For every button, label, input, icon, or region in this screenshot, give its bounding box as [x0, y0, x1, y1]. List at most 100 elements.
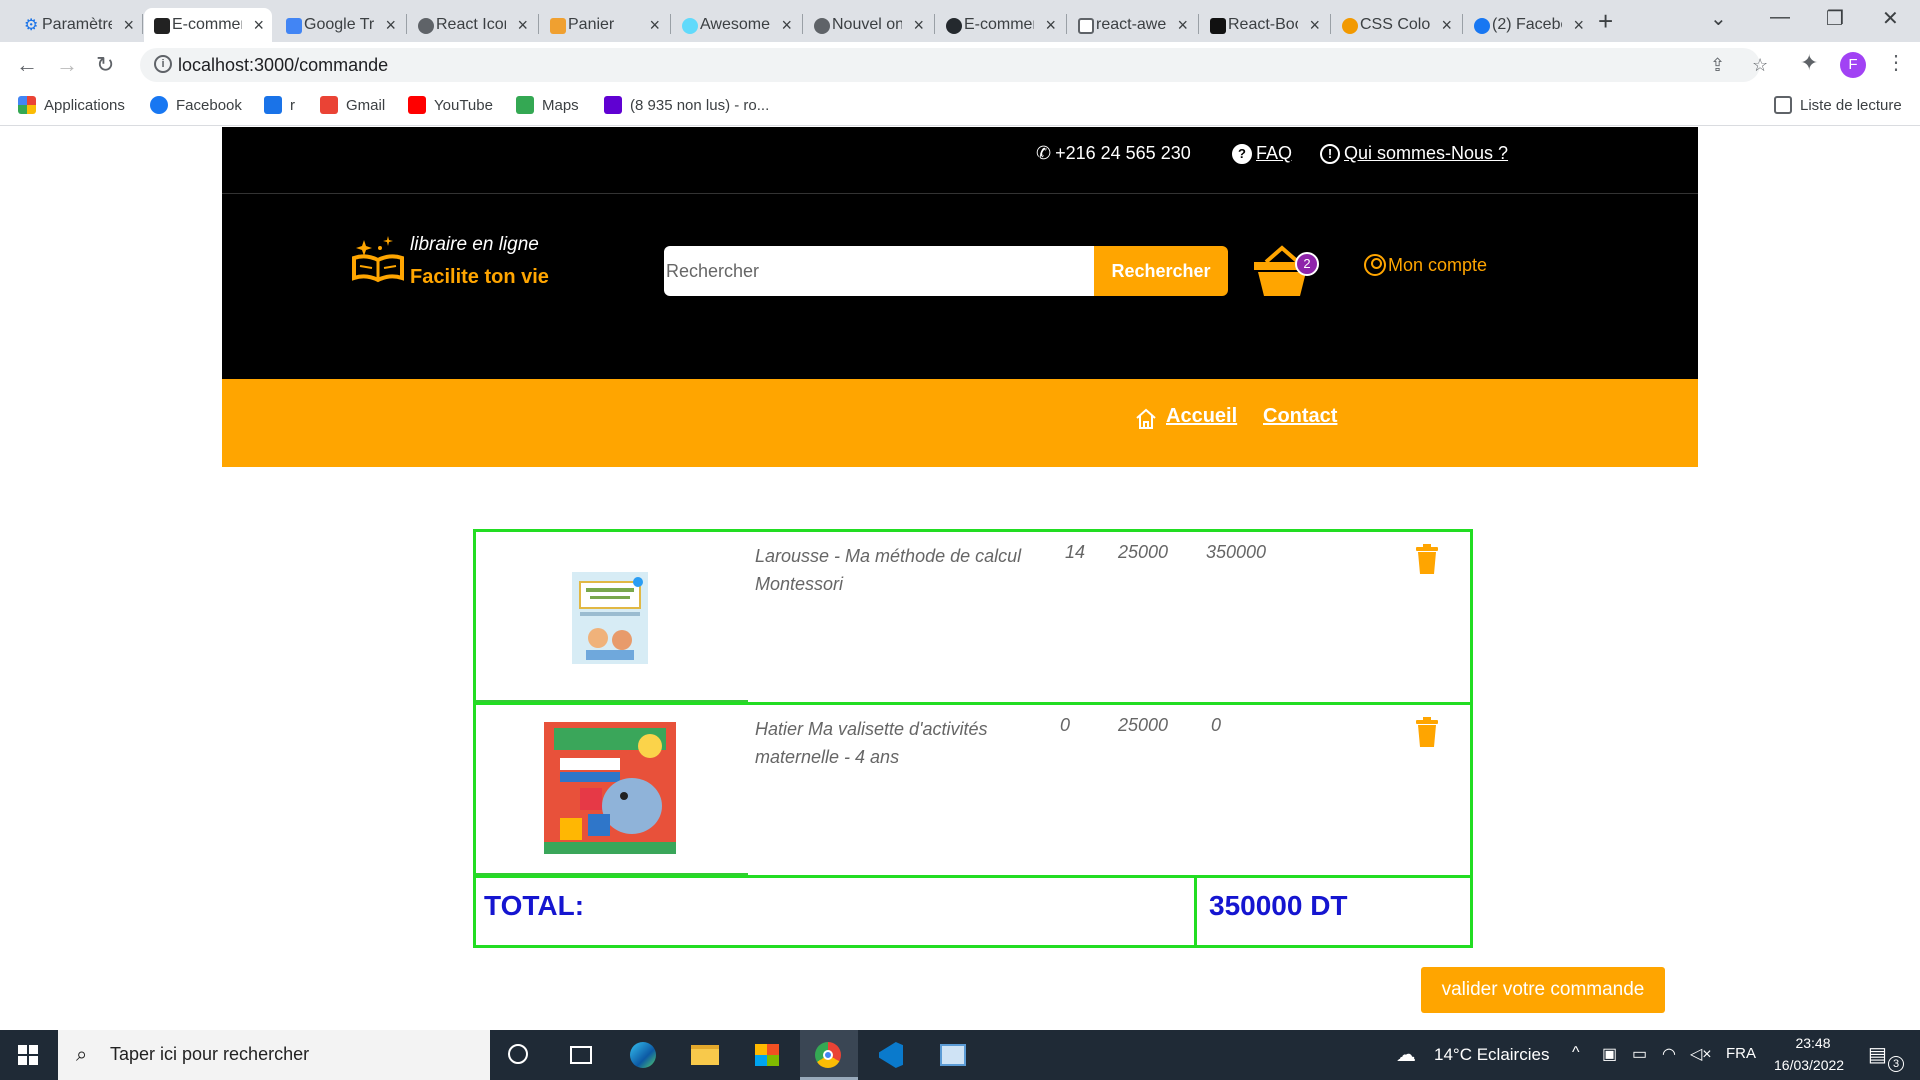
back-arrow-icon[interactable]: ←	[16, 52, 38, 78]
meet-now-icon[interactable]: ▣	[1602, 1044, 1617, 1064]
notifications-count: 3	[1888, 1056, 1904, 1072]
vscode-icon[interactable]	[862, 1030, 920, 1080]
tab-react-icons[interactable]: React Icons ×	[408, 8, 536, 42]
bookmark-yahoo-mail[interactable]: (8 935 non lus) - ro...	[604, 96, 769, 114]
tab-facebook[interactable]: (2) Facebook ×	[1464, 8, 1592, 42]
close-icon[interactable]: ×	[1441, 15, 1452, 36]
weather-text[interactable]: 14°C Eclaircies	[1434, 1045, 1549, 1065]
top-info-bar: ✆ +216 24 565 230 ? FAQ ! Qui sommes-Nou…	[222, 127, 1698, 194]
bookmark-facebook[interactable]: Facebook	[150, 96, 242, 114]
tab-label: React Icons	[436, 16, 506, 33]
bookmark-youtube[interactable]: YouTube	[408, 96, 493, 114]
info-icon[interactable]: i	[154, 55, 172, 73]
nav-home-link[interactable]: Accueil	[1166, 405, 1237, 428]
taskbar-search-box[interactable]: ⌕ Taper ici pour rechercher	[58, 1030, 490, 1080]
close-icon[interactable]: ×	[517, 15, 528, 36]
main-nav: Accueil Contact	[222, 379, 1698, 467]
reload-icon[interactable]: ↻	[96, 52, 114, 78]
faq-label[interactable]: FAQ	[1256, 143, 1292, 164]
product-subtotal: 350000	[1206, 542, 1267, 562]
tab-google-translate[interactable]: Google Traduction ×	[276, 8, 404, 42]
tab-search-icon[interactable]: ⌄	[1710, 6, 1727, 31]
chrome-taskbar-icon[interactable]	[800, 1030, 858, 1080]
tab-react-bootstrap[interactable]: React-Bootstrap ×	[1200, 8, 1328, 42]
file-explorer-icon[interactable]	[676, 1030, 734, 1080]
task-view-icon[interactable]	[552, 1030, 610, 1080]
product-unit-price: 25000	[1118, 715, 1169, 735]
tab-awesome[interactable]: Awesome ×	[672, 8, 800, 42]
tab-github[interactable]: E-commerce ×	[936, 8, 1064, 42]
tab-separator	[142, 14, 143, 34]
product-quantity: 14	[1065, 542, 1086, 562]
clock-date[interactable]: 16/03/2022	[1774, 1057, 1844, 1073]
share-icon[interactable]: ⇪	[1710, 55, 1725, 76]
tab-settings[interactable]: ⚙ Paramètres ×	[14, 8, 142, 42]
profile-avatar[interactable]: F	[1840, 52, 1866, 78]
search-button[interactable]: Rechercher	[1094, 246, 1228, 296]
close-icon[interactable]: ×	[913, 15, 924, 36]
tab-css-color[interactable]: CSS Color ×	[1332, 8, 1460, 42]
wifi-icon[interactable]: ◠	[1662, 1044, 1676, 1064]
tab-ecommerce-active[interactable]: E-commerce ×	[144, 8, 272, 42]
close-icon[interactable]: ×	[1573, 15, 1584, 36]
tab-label: Nouvel onglet	[832, 16, 902, 33]
maximize-button[interactable]: ❐	[1826, 6, 1844, 31]
bookmark-r[interactable]: r	[264, 96, 295, 114]
about-link[interactable]: ! Qui sommes-Nous ?	[1320, 143, 1508, 164]
validate-order-button[interactable]: valider votre commande	[1421, 967, 1665, 1013]
star-icon[interactable]: ☆	[1752, 55, 1768, 76]
extensions-puzzle-icon[interactable]: ✦	[1800, 50, 1818, 76]
tab-new-tab[interactable]: Nouvel onglet ×	[804, 8, 932, 42]
tab-separator	[1198, 14, 1199, 34]
faq-link[interactable]: ? FAQ	[1232, 143, 1292, 164]
edge-browser-icon[interactable]	[614, 1030, 672, 1080]
bookmark-gmail[interactable]: Gmail	[320, 96, 385, 114]
bookmark-applications[interactable]: Applications	[18, 96, 125, 114]
chevron-up-icon[interactable]: ^	[1572, 1044, 1580, 1062]
trash-icon[interactable]	[1416, 717, 1438, 747]
bookmark-maps[interactable]: Maps	[516, 96, 579, 114]
close-icon[interactable]: ×	[1309, 15, 1320, 36]
weather-cloud-icon[interactable]: ☁	[1396, 1042, 1416, 1067]
windows-start-icon[interactable]	[18, 1045, 38, 1065]
account-link[interactable]: Mon compte	[1364, 254, 1487, 276]
bookmark-label: r	[290, 96, 295, 114]
search-icon	[1342, 18, 1358, 34]
new-tab-button[interactable]: +	[1598, 6, 1613, 37]
close-icon[interactable]: ×	[649, 15, 660, 36]
tab-react-awesome[interactable]: react-awesome ×	[1068, 8, 1196, 42]
close-icon[interactable]: ×	[1177, 15, 1188, 36]
tab-label: E-commerce	[172, 16, 242, 33]
tab-separator	[670, 14, 671, 34]
volume-muted-icon[interactable]: ◁×	[1690, 1044, 1712, 1064]
microsoft-store-icon[interactable]	[738, 1030, 796, 1080]
order-row: Hatier Ma valisette d'activités maternel…	[473, 702, 1473, 878]
tab-panier[interactable]: Panier ×	[540, 8, 668, 42]
search-input[interactable]	[664, 246, 1094, 296]
close-icon[interactable]: ×	[385, 15, 396, 36]
photos-app-icon[interactable]	[924, 1030, 982, 1080]
product-title: Larousse - Ma méthode de calcul Montesso…	[755, 546, 1022, 594]
forward-arrow-icon[interactable]: →	[56, 52, 78, 78]
bootstrap-icon	[1210, 18, 1226, 34]
close-icon[interactable]: ×	[781, 15, 792, 36]
close-icon[interactable]: ×	[123, 15, 134, 36]
battery-icon[interactable]: ▭	[1632, 1044, 1647, 1064]
about-label[interactable]: Qui sommes-Nous ?	[1344, 143, 1508, 164]
address-bar[interactable]: i localhost:3000/commande ⇪ ☆	[140, 48, 1768, 82]
close-icon[interactable]: ×	[1045, 15, 1056, 36]
home-icon	[1136, 408, 1156, 429]
tab-label: React-Bootstrap	[1228, 16, 1298, 33]
close-window-button[interactable]: ✕	[1882, 6, 1899, 31]
menu-kebab-icon[interactable]: ⋮	[1886, 50, 1906, 75]
close-icon[interactable]: ×	[253, 15, 264, 36]
clock-time[interactable]: 23:48	[1790, 1035, 1836, 1051]
reading-list-button[interactable]: Liste de lecture	[1774, 96, 1902, 114]
trash-icon[interactable]	[1416, 544, 1438, 574]
cortana-icon[interactable]	[490, 1030, 548, 1080]
input-language[interactable]: FRA	[1726, 1045, 1756, 1062]
tab-label: Awesome	[700, 16, 770, 33]
nav-contact-link[interactable]: Contact	[1263, 405, 1337, 428]
notifications-icon[interactable]: ▤	[1868, 1042, 1887, 1067]
minimize-button[interactable]: —	[1770, 6, 1790, 29]
